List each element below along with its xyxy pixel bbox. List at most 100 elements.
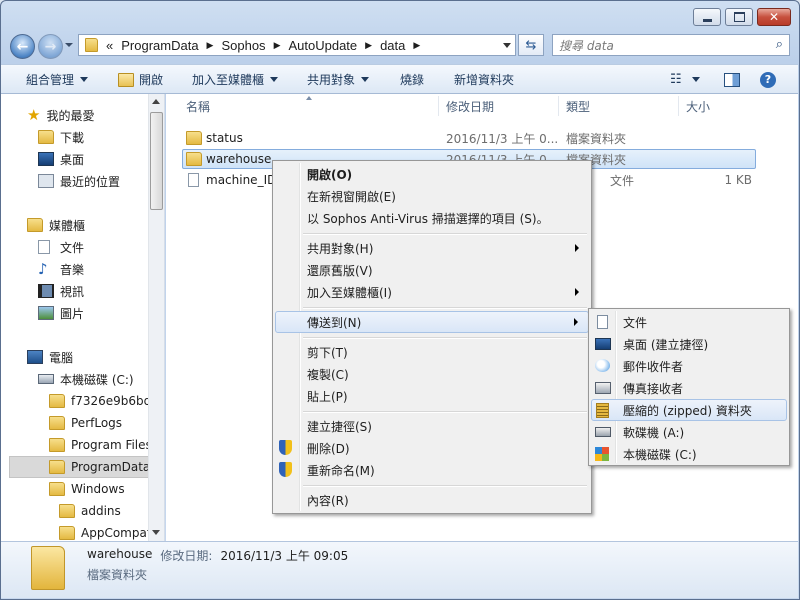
breadcrumb-separator-icon[interactable]: ▶ — [207, 40, 214, 51]
column-header-name[interactable]: 名稱 — [186, 94, 438, 118]
nav-folder-f7326-label: f7326e9b6bd0 — [71, 394, 159, 408]
back-button[interactable]: ← — [10, 34, 35, 59]
scroll-up-icon[interactable] — [152, 99, 160, 104]
nav-favorites-label: 我的最愛 — [46, 108, 95, 123]
nav-computer-label: 電腦 — [49, 350, 74, 365]
fax-icon — [595, 382, 611, 394]
change-view-button[interactable]: ☷ — [670, 65, 700, 94]
send-to-documents[interactable]: 文件 — [591, 311, 787, 333]
nav-music[interactable]: ♪ 音樂 — [38, 259, 84, 279]
send-to-fax-recipient[interactable]: 傳真接收者 — [591, 377, 787, 399]
scroll-down-icon[interactable] — [152, 530, 160, 535]
nav-videos-label: 視訊 — [60, 284, 85, 299]
nav-folder-windows[interactable]: Windows — [49, 479, 125, 499]
column-divider[interactable] — [558, 96, 559, 116]
nav-folder-programdata[interactable]: ProgramData — [49, 457, 150, 477]
menu-item-cut[interactable]: 剪下(T) — [275, 341, 589, 363]
address-bar[interactable]: « ProgramData ▶ Sophos ▶ AutoUpdate ▶ da… — [78, 34, 516, 56]
column-header-size[interactable]: 大小 — [686, 94, 756, 118]
submenu-arrow-icon — [575, 288, 579, 296]
new-folder-button[interactable]: 新增資料夾 — [454, 65, 514, 94]
details-modified-value: 2016/11/3 上午 09:05 — [220, 549, 349, 563]
menu-item-delete[interactable]: 刪除(D) — [275, 437, 589, 459]
forward-button[interactable]: → — [38, 34, 63, 59]
breadcrumb-separator-icon[interactable]: ▶ — [365, 40, 372, 51]
menu-item-paste[interactable]: 貼上(P) — [275, 385, 589, 407]
add-to-library-button[interactable]: 加入至媒體櫃 — [192, 65, 279, 94]
menu-item-restore-versions[interactable]: 還原舊版(V) — [275, 259, 589, 281]
burn-button[interactable]: 燒錄 — [400, 65, 424, 94]
help-button[interactable]: ? — [760, 65, 776, 94]
menu-item-rename[interactable]: 重新命名(M) — [275, 459, 589, 481]
send-to-floppy[interactable]: 軟碟機 (A:) — [591, 421, 787, 443]
uac-shield-icon — [279, 462, 292, 477]
menu-item-open-new-window[interactable]: 在新視窗開啟(E) — [275, 185, 589, 207]
address-overflow[interactable]: « — [106, 38, 113, 53]
nav-folder-appcompat[interactable]: AppCompat — [59, 523, 152, 541]
folder-icon — [85, 38, 98, 52]
column-header-type[interactable]: 類型 — [566, 94, 676, 118]
send-to-desktop-shortcut[interactable]: 桌面 (建立捷徑) — [591, 333, 787, 355]
nav-pictures[interactable]: 圖片 — [38, 303, 84, 323]
refresh-button[interactable]: ⇆ — [518, 34, 544, 56]
hard-drive-icon — [38, 374, 54, 384]
nav-desktop[interactable]: 桌面 — [38, 149, 84, 169]
breadcrumb-programdata[interactable]: ProgramData — [121, 38, 198, 53]
menu-item-include-in-library[interactable]: 加入至媒體櫃(I) — [275, 281, 589, 303]
menu-item-properties[interactable]: 內容(R) — [275, 489, 589, 511]
libraries-icon — [27, 218, 43, 232]
open-label: 開啟 — [139, 73, 164, 87]
nav-folder-perflogs[interactable]: PerfLogs — [49, 413, 122, 433]
nav-folder-program-files[interactable]: Program Files — [49, 435, 152, 455]
send-to-fax-recipient-label: 傳真接收者 — [623, 381, 684, 396]
recent-pages-dropdown-icon[interactable] — [65, 43, 73, 47]
nav-folder-program-files-label: Program Files — [71, 438, 152, 452]
breadcrumb-separator-icon[interactable]: ▶ — [413, 40, 420, 51]
breadcrumb-autoupdate[interactable]: AutoUpdate — [288, 38, 357, 53]
breadcrumb-data[interactable]: data — [380, 38, 405, 53]
nav-favorites[interactable]: ★ 我的最愛 — [27, 105, 94, 125]
nav-computer[interactable]: 電腦 — [27, 347, 73, 367]
column-divider[interactable] — [678, 96, 679, 116]
minimize-icon — [702, 18, 712, 22]
folder-icon — [49, 438, 65, 452]
search-input[interactable]: 搜尋 data — [559, 37, 614, 54]
menu-item-open[interactable]: 開啟(O) — [275, 163, 589, 185]
minimize-button[interactable] — [693, 8, 721, 26]
send-to-zipped-folder[interactable]: 壓縮的 (zipped) 資料夾 — [591, 399, 787, 421]
nav-scrollbar-thumb[interactable] — [150, 112, 163, 210]
open-button[interactable]: 開啟 — [118, 65, 163, 94]
menu-item-send-to[interactable]: 傳送到(N) — [275, 311, 589, 333]
search-box[interactable]: 搜尋 data ⌕ — [552, 34, 790, 56]
nav-folder-addins[interactable]: addins — [59, 501, 121, 521]
forward-arrow-icon: → — [44, 38, 57, 55]
menu-item-share-with[interactable]: 共用對象(H) — [275, 237, 589, 259]
nav-libraries[interactable]: 媒體櫃 — [27, 215, 85, 235]
file-row[interactable]: status 2016/11/3 上午 0... 檔案資料夾 — [182, 128, 756, 148]
column-header-date[interactable]: 修改日期 — [446, 94, 558, 118]
share-with-button[interactable]: 共用對象 — [307, 65, 370, 94]
organize-button[interactable]: 組合管理 — [26, 65, 89, 94]
folder-icon — [186, 131, 202, 145]
maximize-button[interactable] — [725, 8, 753, 26]
menu-item-copy[interactable]: 複製(C) — [275, 363, 589, 385]
nav-folder-addins-label: addins — [81, 504, 121, 518]
send-to-mail-recipient[interactable]: 郵件收件者 — [591, 355, 787, 377]
nav-videos[interactable]: 視訊 — [38, 281, 84, 301]
nav-local-disk[interactable]: 本機磁碟 (C:) — [38, 369, 134, 389]
folder-icon — [49, 460, 65, 474]
nav-folder-f7326[interactable]: f7326e9b6bd0 — [49, 391, 159, 411]
address-dropdown-icon[interactable] — [503, 42, 511, 48]
close-button[interactable]: ✕ — [757, 8, 791, 26]
column-divider[interactable] — [438, 96, 439, 116]
menu-item-sophos-scan[interactable]: 以 Sophos Anti-Virus 掃描選擇的項目 (S)。 — [275, 207, 589, 229]
breadcrumb-separator-icon[interactable]: ▶ — [274, 40, 281, 51]
nav-recent[interactable]: 最近的位置 — [38, 171, 120, 191]
menu-item-create-shortcut[interactable]: 建立捷徑(S) — [275, 415, 589, 437]
nav-downloads[interactable]: 下載 — [38, 127, 84, 147]
nav-documents[interactable]: 文件 — [38, 237, 84, 257]
send-to-local-disk[interactable]: 本機磁碟 (C:) — [591, 443, 787, 465]
menu-item-open-label: 開啟(O) — [307, 167, 353, 182]
preview-pane-button[interactable] — [724, 65, 740, 94]
breadcrumb-sophos[interactable]: Sophos — [221, 38, 265, 53]
